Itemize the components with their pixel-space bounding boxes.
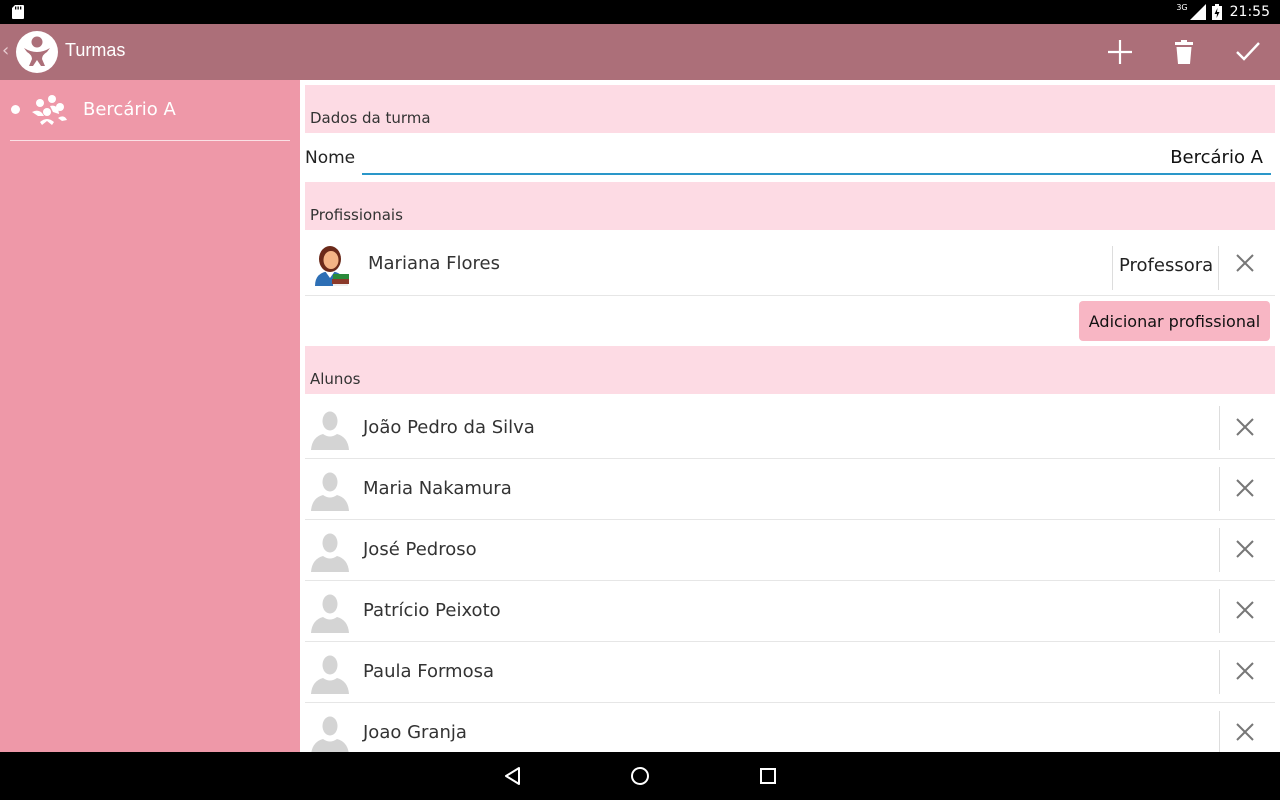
- close-icon: [1236, 540, 1254, 558]
- row-separator: [1219, 650, 1220, 694]
- remove-student-button[interactable]: [1229, 472, 1261, 504]
- action-bar: ‹ Turmas: [0, 24, 1280, 80]
- battery-icon: [1211, 4, 1222, 20]
- student-row[interactable]: Paula Formosa: [305, 642, 1275, 703]
- status-icons: 3G 21:55: [1176, 0, 1270, 24]
- plus-icon: [1108, 40, 1132, 64]
- student-row[interactable]: João Pedro da Silva: [305, 398, 1275, 459]
- person-placeholder-icon: [311, 594, 349, 633]
- main-panel: Dados da turma Nome Profissionais Marian…: [300, 80, 1280, 752]
- remove-student-button[interactable]: [1229, 411, 1261, 443]
- nav-home-button[interactable]: [626, 764, 654, 788]
- person-placeholder-icon: [311, 655, 349, 694]
- app-screen: 3G 21:55 ‹ Turmas Bercário A Dados da tu…: [0, 0, 1280, 800]
- navigation-bar: [0, 752, 1280, 800]
- recents-square-icon: [760, 768, 776, 784]
- remove-professional-button[interactable]: [1229, 247, 1261, 279]
- sidebar-item-label: Bercário A: [83, 99, 176, 120]
- teacher-avatar-icon: [315, 246, 349, 286]
- professional-row[interactable]: Mariana Flores Professora: [305, 234, 1275, 296]
- close-icon: [1236, 254, 1254, 272]
- remove-student-button[interactable]: [1229, 594, 1261, 626]
- row-separator: [1219, 406, 1220, 450]
- student-name: Paula Formosa: [363, 661, 495, 682]
- section-title: Dados da turma: [310, 109, 431, 127]
- role-value: Professora: [1119, 255, 1214, 276]
- clock: 21:55: [1229, 4, 1270, 20]
- signal-icon: [1189, 4, 1206, 20]
- baby-logo-icon[interactable]: [16, 31, 58, 73]
- nav-back-button[interactable]: [498, 764, 526, 788]
- sidebar: Bercário A: [0, 80, 300, 752]
- remove-student-button[interactable]: [1229, 533, 1261, 565]
- close-icon: [1236, 601, 1254, 619]
- group-icon: [32, 95, 67, 125]
- check-icon: [1236, 42, 1260, 61]
- close-icon: [1236, 418, 1254, 436]
- delete-button[interactable]: [1164, 32, 1204, 72]
- close-icon: [1236, 723, 1254, 741]
- confirm-button[interactable]: [1228, 32, 1268, 72]
- row-separator: [1219, 528, 1220, 572]
- section-header-class-data: Dados da turma: [305, 85, 1275, 133]
- section-header-professionals: Profissionais: [305, 182, 1275, 230]
- home-circle-icon: [631, 767, 649, 785]
- row-separator: [1219, 467, 1220, 511]
- selected-dot-icon: [11, 105, 20, 114]
- section-header-students: Alunos: [305, 346, 1275, 394]
- network-type: 3G: [1176, 2, 1188, 12]
- student-name: Maria Nakamura: [363, 478, 512, 499]
- chevron-left-icon[interactable]: ‹: [2, 40, 9, 61]
- student-name: João Pedro da Silva: [363, 417, 535, 438]
- sidebar-divider: [10, 140, 290, 141]
- section-title: Profissionais: [310, 206, 403, 224]
- name-label: Nome: [305, 148, 356, 168]
- close-icon: [1236, 479, 1254, 497]
- close-icon: [1236, 662, 1254, 680]
- row-separator: [1219, 711, 1220, 752]
- student-row[interactable]: Patrício Peixoto: [305, 581, 1275, 642]
- trash-icon: [1175, 40, 1193, 64]
- row-separator: [1219, 589, 1220, 633]
- status-bar: 3G 21:55: [0, 0, 1280, 24]
- person-placeholder-icon: [311, 472, 349, 511]
- sd-card-icon: [12, 5, 24, 19]
- remove-student-button[interactable]: [1229, 716, 1261, 748]
- back-triangle-icon: [505, 767, 520, 785]
- student-name: Patrício Peixoto: [363, 600, 501, 621]
- student-row[interactable]: José Pedroso: [305, 520, 1275, 581]
- student-name: José Pedroso: [363, 539, 477, 560]
- role-selector[interactable]: Professora: [1112, 246, 1219, 290]
- student-row[interactable]: Joao Granja: [305, 703, 1275, 752]
- sidebar-item-bercario-a[interactable]: Bercário A: [0, 80, 300, 141]
- add-button[interactable]: [1100, 32, 1140, 72]
- professional-name: Mariana Flores: [368, 253, 500, 274]
- person-placeholder-icon: [311, 411, 349, 450]
- student-row[interactable]: Maria Nakamura: [305, 459, 1275, 520]
- section-title: Alunos: [310, 370, 361, 388]
- name-field-row: Nome: [305, 133, 1275, 179]
- nav-recents-button[interactable]: [754, 764, 782, 788]
- add-professional-button[interactable]: Adicionar profissional: [1079, 301, 1270, 341]
- class-name-input[interactable]: [362, 141, 1271, 175]
- remove-student-button[interactable]: [1229, 655, 1261, 687]
- student-name: Joao Granja: [363, 722, 467, 743]
- page-title: Turmas: [65, 40, 126, 60]
- person-placeholder-icon: [311, 533, 349, 572]
- person-placeholder-icon: [311, 716, 349, 752]
